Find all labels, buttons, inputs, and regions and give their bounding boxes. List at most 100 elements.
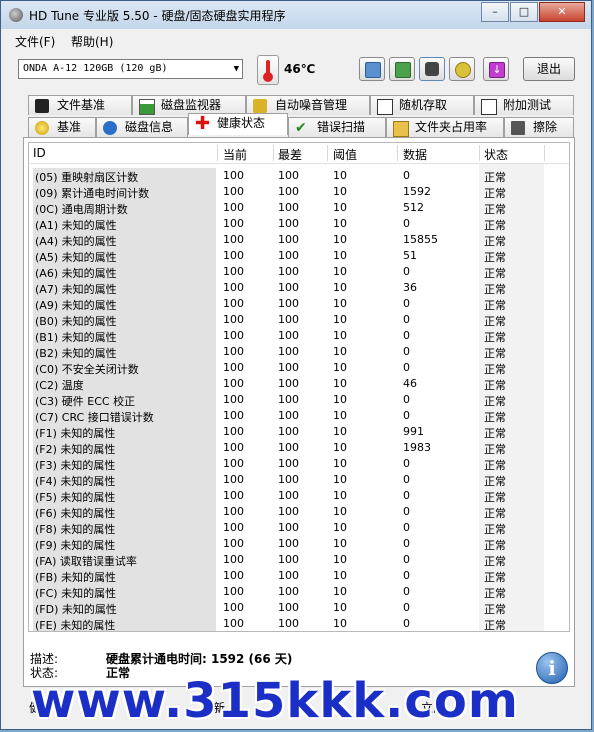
header-id[interactable]: ID <box>33 146 46 160</box>
cell-current: 100 <box>223 185 244 198</box>
table-row[interactable]: (A9) 未知的属性 100 100 10 0 正常 <box>29 296 569 312</box>
copy-info-button[interactable] <box>359 57 385 81</box>
copy-all-icon <box>395 62 411 78</box>
cell-worst: 100 <box>278 441 299 454</box>
maximize-button[interactable]: □ <box>510 2 538 22</box>
table-row[interactable]: (B0) 未知的属性 100 100 10 0 正常 <box>29 312 569 328</box>
table-row[interactable]: (FC) 未知的属性 100 100 10 0 正常 <box>29 584 569 600</box>
cell-id-text: (FE) 未知的属性 <box>35 619 116 632</box>
menu-help[interactable]: 帮助(H) <box>71 33 113 50</box>
tab-erase[interactable]: 擦除 <box>504 117 574 137</box>
cell-status: 正常 <box>484 251 506 264</box>
cell-worst: 100 <box>278 185 299 198</box>
copy-all-button[interactable] <box>389 57 415 81</box>
table-row[interactable]: (A6) 未知的属性 100 100 10 0 正常 <box>29 264 569 280</box>
table-row[interactable]: (FA) 读取错误重试率 100 100 10 0 正常 <box>29 552 569 568</box>
table-row[interactable]: (F9) 未知的属性 100 100 10 0 正常 <box>29 536 569 552</box>
cell-threshold: 10 <box>333 169 347 182</box>
tab-disk-info[interactable]: 磁盘信息 <box>96 117 188 137</box>
cell-id-text: (09) 累计通电时间计数 <box>35 187 150 200</box>
cell-current: 100 <box>223 505 244 518</box>
header-data[interactable]: 数据 <box>403 146 427 163</box>
tab-error-scan[interactable]: ✔ 错误扫描 <box>288 117 386 137</box>
header-current[interactable]: 当前 <box>223 146 247 163</box>
table-row[interactable]: (05) 重映射扇区计数 100 100 10 0 正常 <box>29 168 569 184</box>
cell-data: 512 <box>403 201 424 214</box>
cell-threshold: 10 <box>333 585 347 598</box>
drive-select[interactable]: ONDA A-12 120GB (120 gB) ▼ <box>18 59 243 79</box>
table-row[interactable]: (F4) 未知的属性 100 100 10 0 正常 <box>29 472 569 488</box>
cell-id: (F3) 未知的属性 <box>33 456 216 472</box>
cell-worst: 100 <box>278 249 299 262</box>
cell-status: 正常 <box>484 299 506 312</box>
exit-button[interactable]: 退出 <box>523 57 575 81</box>
title-bar[interactable]: HD Tune 专业版 5.50 - 硬盘/固态硬盘实用程序 – □ ✕ <box>1 1 591 30</box>
table-row[interactable]: (F2) 未知的属性 100 100 10 1983 正常 <box>29 440 569 456</box>
tab-health[interactable]: ✚ 健康状态 <box>188 113 288 135</box>
menu-file[interactable]: 文件(F) <box>15 33 55 50</box>
cell-id: (F8) 未知的属性 <box>33 520 216 536</box>
cell-current: 100 <box>223 233 244 246</box>
header-worst[interactable]: 最差 <box>278 146 302 163</box>
cell-status: 正常 <box>484 523 506 536</box>
table-row[interactable]: (C0) 不安全关闭计数 100 100 10 0 正常 <box>29 360 569 376</box>
cell-worst: 100 <box>278 425 299 438</box>
cell-id: (FA) 读取错误重试率 <box>33 552 216 568</box>
cell-current: 100 <box>223 425 244 438</box>
table-row[interactable]: (A4) 未知的属性 100 100 10 15855 正常 <box>29 232 569 248</box>
trash-icon <box>511 121 525 135</box>
cell-data: 0 <box>403 585 410 598</box>
header-threshold[interactable]: 阈值 <box>333 146 357 163</box>
cell-data: 991 <box>403 425 424 438</box>
table-row[interactable]: (FE) 未知的属性 100 100 10 0 正常 <box>29 616 569 632</box>
close-button[interactable]: ✕ <box>539 2 585 22</box>
table-row[interactable]: (FB) 未知的属性 100 100 10 0 正常 <box>29 568 569 584</box>
cell-id: (0C) 通电周期计数 <box>33 200 216 216</box>
table-row[interactable]: (FD) 未知的属性 100 100 10 0 正常 <box>29 600 569 616</box>
smart-table[interactable]: ID 当前 最差 阈值 数据 状态 (05) 重映射扇区计数 100 100 10 0 正… <box>28 142 570 632</box>
table-row[interactable]: (09) 累计通电时间计数 100 100 10 1592 正常 <box>29 184 569 200</box>
info-icon[interactable]: i <box>536 652 568 684</box>
tab-extra-tests[interactable]: 附加测试 <box>474 95 574 115</box>
cell-status: 正常 <box>484 411 506 424</box>
table-row[interactable]: (F1) 未知的属性 100 100 10 991 正常 <box>29 424 569 440</box>
table-row[interactable]: (C2) 温度 100 100 10 46 正常 <box>29 376 569 392</box>
cell-id: (A1) 未知的属性 <box>33 216 216 232</box>
cell-id-text: (A7) 未知的属性 <box>35 283 117 296</box>
save-button[interactable]: ↓ <box>483 57 509 81</box>
tab-folder-usage[interactable]: 文件夹占用率 <box>386 117 504 137</box>
table-row[interactable]: (A5) 未知的属性 100 100 10 51 正常 <box>29 248 569 264</box>
cell-threshold: 10 <box>333 505 347 518</box>
cell-status: 正常 <box>484 507 506 520</box>
tab-disk-monitor[interactable]: 磁盘监视器 <box>132 95 246 115</box>
options-button[interactable] <box>449 57 475 81</box>
cell-id-text: (B0) 未知的属性 <box>35 315 117 328</box>
cell-id-text: (A9) 未知的属性 <box>35 299 117 312</box>
cell-worst: 100 <box>278 297 299 310</box>
screenshot-button[interactable] <box>419 57 445 81</box>
cell-threshold: 10 <box>333 249 347 262</box>
table-row[interactable]: (F5) 未知的属性 100 100 10 0 正常 <box>29 488 569 504</box>
cell-current: 100 <box>223 169 244 182</box>
table-row[interactable]: (C3) 硬件 ECC 校正 100 100 10 0 正常 <box>29 392 569 408</box>
table-row[interactable]: (F3) 未知的属性 100 100 10 0 正常 <box>29 456 569 472</box>
table-row[interactable]: (A1) 未知的属性 100 100 10 0 正常 <box>29 216 569 232</box>
table-row[interactable]: (B1) 未知的属性 100 100 10 0 正常 <box>29 328 569 344</box>
table-row[interactable]: (0C) 通电周期计数 100 100 10 512 正常 <box>29 200 569 216</box>
table-row[interactable]: (A7) 未知的属性 100 100 10 36 正常 <box>29 280 569 296</box>
table-row[interactable]: (F8) 未知的属性 100 100 10 0 正常 <box>29 520 569 536</box>
tab-random-access[interactable]: 随机存取 <box>370 95 474 115</box>
tab-benchmark[interactable]: 基准 <box>28 117 96 137</box>
minimize-button[interactable]: – <box>481 2 509 22</box>
table-row[interactable]: (B2) 未知的属性 100 100 10 0 正常 <box>29 344 569 360</box>
cell-status: 正常 <box>484 235 506 248</box>
tab-file-benchmark[interactable]: 文件基准 <box>28 95 132 115</box>
cell-current: 100 <box>223 377 244 390</box>
tab-noise-management[interactable]: 自动噪音管理 <box>246 95 370 115</box>
table-row[interactable]: (F6) 未知的属性 100 100 10 0 正常 <box>29 504 569 520</box>
cell-id: (C3) 硬件 ECC 校正 <box>33 392 216 408</box>
cell-current: 100 <box>223 601 244 614</box>
table-row[interactable]: (C7) CRC 接口错误计数 100 100 10 0 正常 <box>29 408 569 424</box>
cell-id: (09) 累计通电时间计数 <box>33 184 216 200</box>
header-status[interactable]: 状态 <box>484 146 508 163</box>
